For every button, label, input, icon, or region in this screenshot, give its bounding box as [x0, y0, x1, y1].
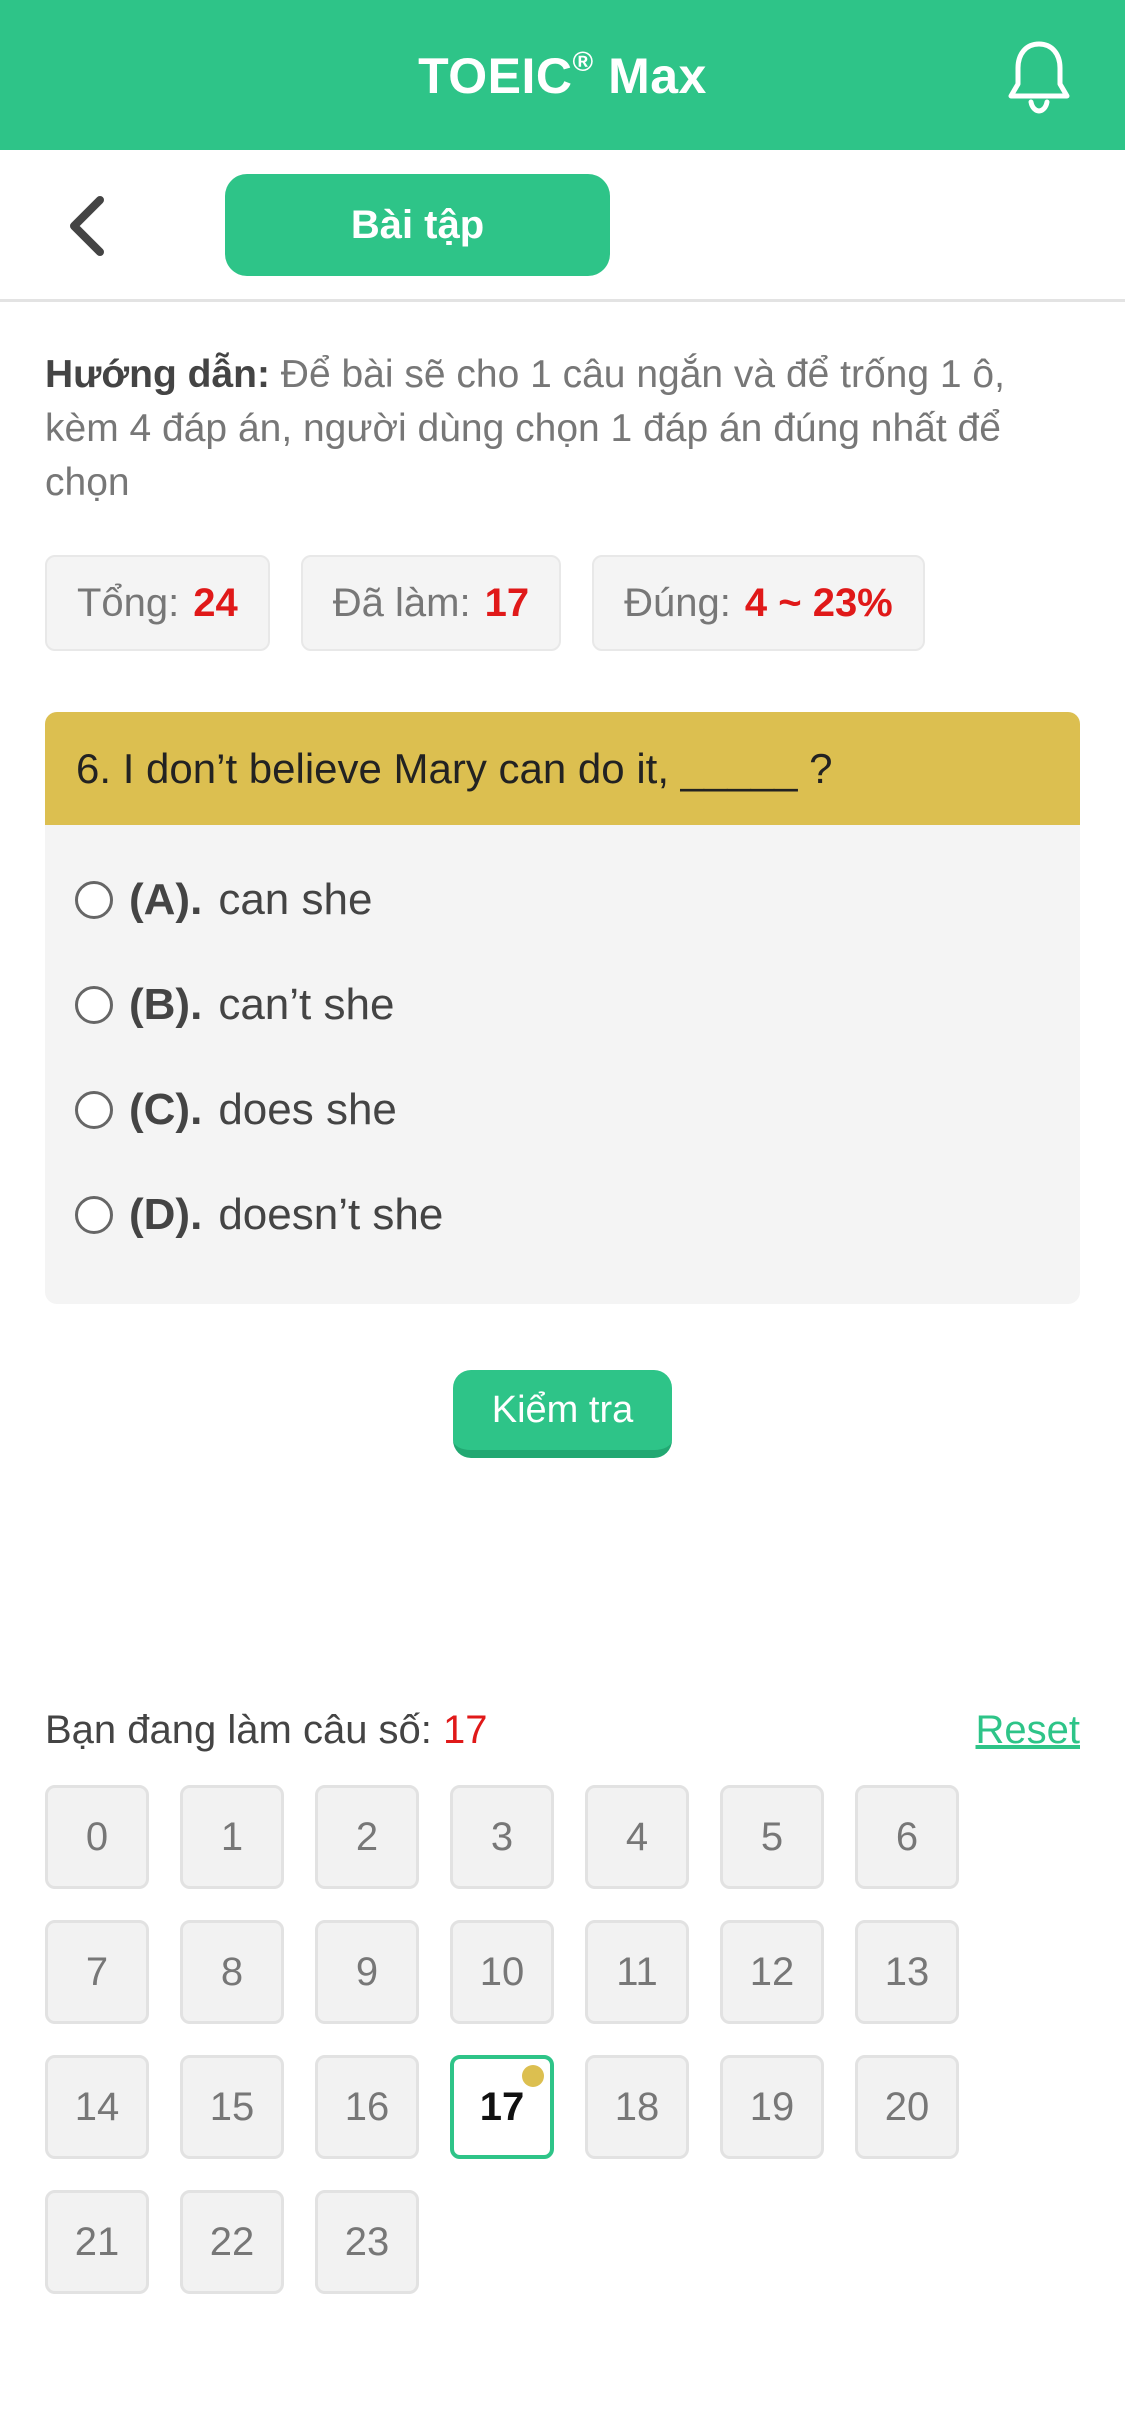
question-number-button[interactable]: 16 [315, 2055, 419, 2159]
option-text: can’t she [218, 979, 395, 1029]
question-number-button[interactable]: 12 [720, 1920, 824, 2024]
app-header: TOEIC® Max [0, 0, 1125, 150]
question-number-button[interactable]: 14 [45, 2055, 149, 2159]
progress-bar: Bạn đang làm câu số: 17 Reset [45, 1700, 1080, 1760]
question-number-button[interactable]: 22 [180, 2190, 284, 2294]
option-text: doesn’t she [218, 1189, 444, 1239]
current-question-number: 17 [443, 1707, 488, 1752]
current-question-info: Bạn đang làm câu số: 17 [45, 1708, 488, 1753]
question-number-button[interactable]: 19 [720, 2055, 824, 2159]
stat-correct: Đúng: 4 ~ 23% [592, 555, 925, 651]
option-a[interactable]: (A). can she [45, 847, 1080, 952]
chevron-left-icon[interactable] [62, 194, 118, 258]
stat-label: Đã làm: [332, 580, 471, 625]
radio-button[interactable] [75, 1090, 113, 1129]
app-title: TOEIC® Max [418, 46, 707, 105]
question-number-button[interactable]: 7 [45, 1920, 149, 2024]
radio-button[interactable] [75, 1195, 113, 1234]
option-letter: (A). [129, 874, 203, 924]
stat-value: 17 [484, 580, 530, 625]
question-number-button[interactable]: 23 [315, 2190, 419, 2294]
question-number-button[interactable]: 15 [180, 2055, 284, 2159]
instructions-label: Hướng dẫn: [45, 353, 270, 396]
question-number-button[interactable]: 6 [855, 1785, 959, 1889]
question-number-button[interactable]: 10 [450, 1920, 554, 2024]
question-text: 6. I don’t believe Mary can do it, _____… [45, 712, 1080, 825]
instructions: Hướng dẫn: Để bài sẽ cho 1 câu ngắn và đ… [45, 348, 1080, 510]
question-grid: 0 1 2 3 4 5 6 7 8 9 10 11 12 13 14 15 16 17 18 19 20 21 22 23 [45, 1785, 1080, 2294]
option-d[interactable]: (D). doesn’t she [45, 1162, 1080, 1267]
radio-button[interactable] [75, 880, 113, 919]
stat-value: 24 [193, 580, 238, 625]
question-number-button[interactable]: 13 [855, 1920, 959, 2024]
question-number-button[interactable]: 4 [585, 1785, 689, 1889]
question-number-button[interactable]: 3 [450, 1785, 554, 1889]
stats-row: Tổng: 24 Đã làm: 17 Đúng: 4 ~ 23% [45, 555, 925, 651]
question-number-button[interactable]: 8 [180, 1920, 284, 2024]
option-letter: (B). [129, 979, 203, 1029]
bell-icon[interactable] [1005, 38, 1073, 114]
stat-done: Đã làm: 17 [300, 555, 562, 651]
question-number-button[interactable]: 9 [315, 1920, 419, 2024]
toolbar: Bài tập [0, 150, 1125, 302]
question-card: 6. I don’t believe Mary can do it, _____… [45, 712, 1080, 1304]
exercise-tab-button[interactable]: Bài tập [225, 174, 610, 276]
option-letter: (D). [129, 1189, 203, 1239]
current-marker-dot [522, 2065, 544, 2087]
stat-value: 4 ~ 23% [744, 580, 893, 625]
current-question-label: Bạn đang làm câu số: [45, 1707, 432, 1752]
question-number-button[interactable]: 18 [585, 2055, 689, 2159]
question-number-button[interactable]: 2 [315, 1785, 419, 1889]
app-title-suffix: Max [608, 47, 707, 104]
question-number-button[interactable]: 1 [180, 1785, 284, 1889]
question-number-button[interactable]: 20 [855, 2055, 959, 2159]
question-number-button[interactable]: 5 [720, 1785, 824, 1889]
app-title-main: TOEIC [418, 47, 573, 104]
check-button[interactable]: Kiểm tra [453, 1370, 672, 1458]
stat-label: Đúng: [624, 580, 731, 625]
stat-label: Tổng: [77, 580, 180, 625]
question-number-button[interactable]: 21 [45, 2190, 149, 2294]
question-number-button[interactable]: 17 [450, 2055, 554, 2159]
option-b[interactable]: (B). can’t she [45, 952, 1080, 1057]
option-text: can she [218, 874, 373, 924]
answer-options: (A). can she (B). can’t she (C). does sh… [45, 825, 1080, 1267]
question-number-button[interactable]: 0 [45, 1785, 149, 1889]
stat-total: Tổng: 24 [45, 555, 270, 651]
reset-link[interactable]: Reset [976, 1708, 1081, 1753]
option-c[interactable]: (C). does she [45, 1057, 1080, 1162]
option-text: does she [218, 1084, 397, 1134]
radio-button[interactable] [75, 985, 113, 1024]
registered-mark: ® [572, 45, 594, 77]
option-letter: (C). [129, 1084, 203, 1134]
question-number-button[interactable]: 11 [585, 1920, 689, 2024]
